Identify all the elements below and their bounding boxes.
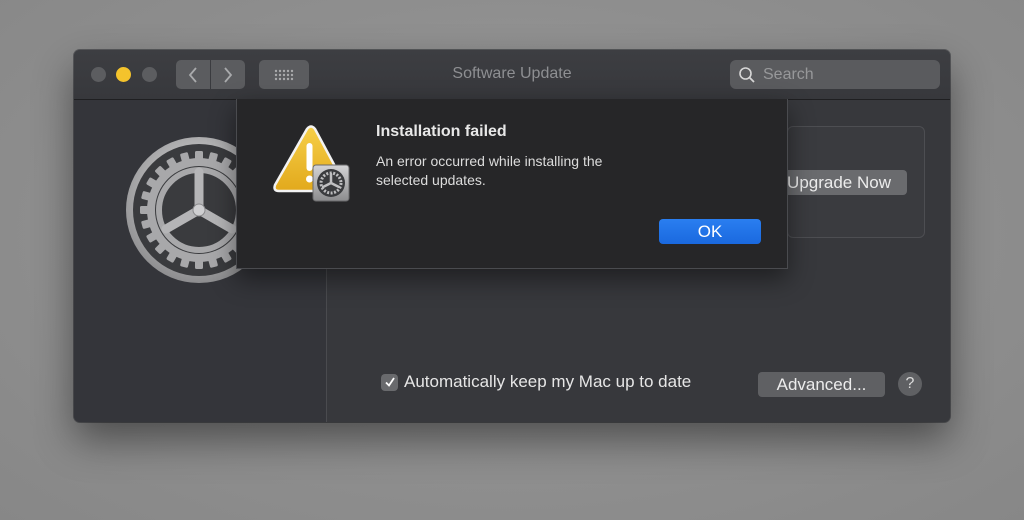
ok-button[interactable]: OK <box>659 219 761 244</box>
gear-tooth <box>195 257 203 269</box>
titlebar: Software Update <box>74 50 950 100</box>
installation-failed-dialog: Installation failed An error occurred wh… <box>236 99 788 269</box>
search-field[interactable] <box>730 60 940 89</box>
search-icon <box>739 66 755 83</box>
help-button[interactable]: ? <box>898 372 922 396</box>
software-update-window: Software Update Search Upgrade Now Autom… <box>74 50 950 422</box>
auto-update-option[interactable]: Automatically keep my Mac up to date <box>381 372 691 392</box>
gear-tooth <box>140 206 152 214</box>
auto-update-checkbox[interactable] <box>381 373 398 391</box>
auto-update-label: Automatically keep my Mac up to date <box>404 372 692 391</box>
dialog-message: An error occurred while installing the s… <box>376 153 603 188</box>
advanced-button[interactable]: Advanced... <box>758 372 885 397</box>
dialog-title: Installation failed <box>376 123 507 140</box>
software-update-badge-icon <box>312 164 350 202</box>
search-input[interactable] <box>761 64 925 85</box>
warning-triangle-icon <box>273 125 350 202</box>
gear-tooth <box>195 151 203 163</box>
checkmark-icon <box>384 377 395 387</box>
